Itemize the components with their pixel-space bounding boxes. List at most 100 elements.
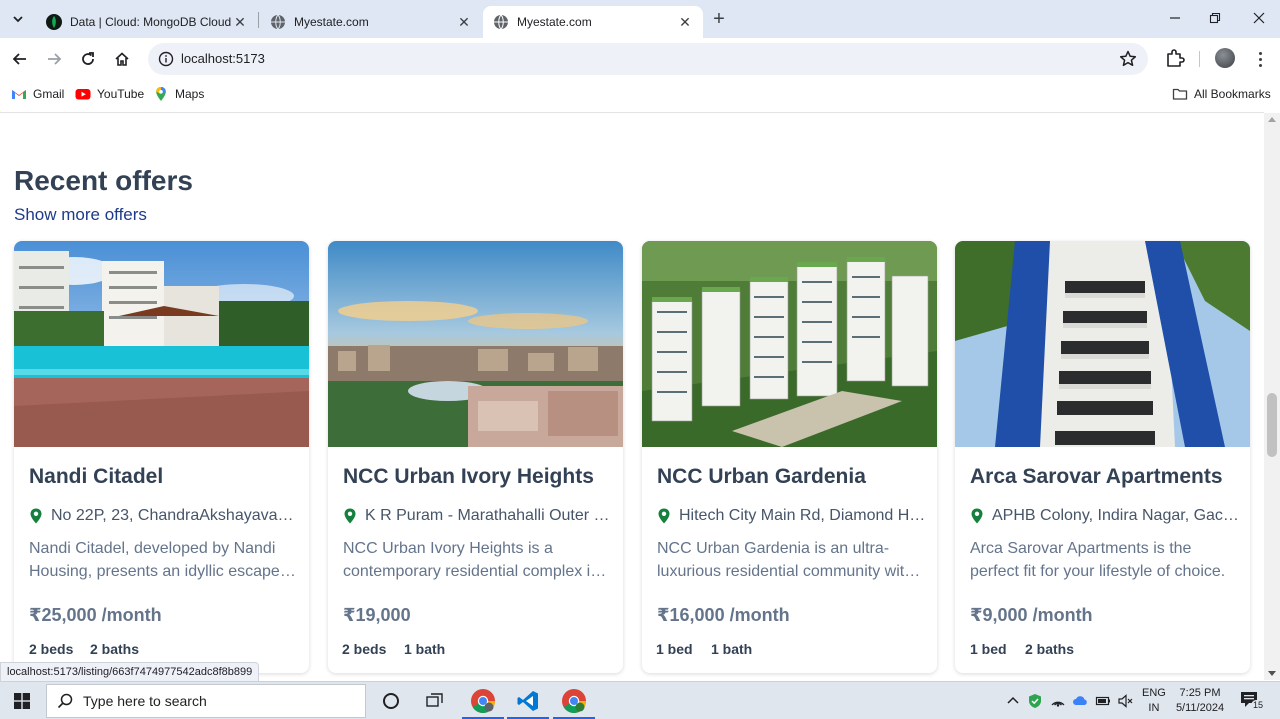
bookmark-label: Gmail <box>33 87 65 101</box>
listing-name[interactable]: Nandi Citadel <box>29 465 297 489</box>
youtube-icon <box>75 89 91 100</box>
map-pin-icon <box>30 508 42 524</box>
close-window-button[interactable] <box>1236 0 1280 36</box>
battery-icon[interactable] <box>1095 693 1111 709</box>
close-icon[interactable]: ✕ <box>677 14 693 30</box>
maps-icon <box>156 87 166 101</box>
extensions-puzzle-icon[interactable] <box>1164 47 1186 69</box>
listing-address-text: Hitech City Main Rd, Diamond Hills <box>679 507 927 524</box>
scroll-down-arrow-icon[interactable] <box>1268 671 1276 676</box>
close-icon[interactable]: ✕ <box>456 14 472 30</box>
bookmark-star-icon[interactable] <box>1118 49 1138 69</box>
tab-myestate-1[interactable]: Myestate.com ✕ <box>260 6 482 38</box>
listing-name[interactable]: NCC Urban Gardenia <box>657 465 925 489</box>
home-icon <box>115 52 129 66</box>
tab-search-button[interactable] <box>7 8 29 30</box>
all-bookmarks-label: All Bookmarks <box>1194 87 1271 101</box>
listing-address: Hitech City Main Rd, Diamond Hills <box>657 507 927 525</box>
restore-button[interactable] <box>1192 0 1238 36</box>
listing-image[interactable] <box>14 241 309 447</box>
scroll-up-arrow-icon[interactable] <box>1268 117 1276 122</box>
listing-card[interactable]: Nandi Citadel No 22P, 23, ChandraAkshaya… <box>14 241 309 673</box>
listing-price: ₹9,000 /month <box>970 605 1093 625</box>
restore-icon <box>1209 12 1221 24</box>
cortana-button[interactable] <box>376 687 406 715</box>
tab-strip: Data | Cloud: MongoDB Cloud ✕ Myestate.c… <box>0 0 1280 38</box>
cortana-circle-icon <box>383 693 399 709</box>
chevron-up-icon[interactable] <box>1005 693 1021 709</box>
listing-image[interactable] <box>328 241 623 447</box>
listing-card[interactable]: NCC Urban Gardenia Hitech City Main Rd, … <box>642 241 937 673</box>
lang-code: ENG <box>1142 687 1166 699</box>
vscode-icon <box>517 691 538 711</box>
close-icon <box>1253 12 1265 24</box>
listing-beds: 1 bed <box>656 641 693 657</box>
listing-baths: 1 bath <box>711 641 753 657</box>
back-button[interactable] <box>6 45 34 73</box>
profile-avatar[interactable] <box>1215 48 1235 68</box>
scrollbar-thumb[interactable] <box>1267 393 1277 457</box>
more-menu-icon[interactable] <box>1250 48 1270 70</box>
bookmark-gmail[interactable]: Gmail <box>11 86 64 102</box>
tab-mongodb[interactable]: Data | Cloud: MongoDB Cloud ✕ <box>36 6 258 38</box>
notification-count: 15 <box>1251 700 1266 711</box>
system-clock[interactable]: 7:25 PM 5/11/2024 <box>1172 686 1228 716</box>
listing-beds: 1 bed <box>970 641 1007 657</box>
reload-button[interactable] <box>74 45 102 73</box>
reload-icon <box>82 52 94 65</box>
chevron-down-icon <box>13 16 23 23</box>
listing-name[interactable]: Arca Sarovar Apartments <box>970 465 1238 489</box>
tab-separator <box>258 12 259 28</box>
taskbar-search-placeholder: Type here to search <box>83 693 207 709</box>
clock-time: 7:25 PM <box>1179 687 1221 699</box>
listing-baths: 1 bath <box>404 641 446 657</box>
listing-description: Nandi Citadel, developed by Nandi Housin… <box>29 540 280 580</box>
listing-description: NCC Urban Gardenia is an ultra-luxurious… <box>657 540 914 580</box>
wifi-icon[interactable] <box>1050 693 1066 709</box>
address-url[interactable]: localhost:5173 <box>181 51 265 66</box>
listing-beds: 2 beds <box>342 641 387 657</box>
bookmark-youtube[interactable]: YouTube <box>75 86 144 102</box>
address-bar[interactable]: localhost:5173 <box>148 43 1148 75</box>
toolbar-divider <box>1199 51 1200 67</box>
task-view-button[interactable] <box>420 687 450 715</box>
taskbar-chrome-2[interactable] <box>559 687 589 715</box>
listing-description: NCC Urban Ivory Heights is a contemporar… <box>343 540 600 580</box>
tab-title: Myestate.com <box>517 15 592 29</box>
listing-card[interactable]: NCC Urban Ivory Heights K R Puram - Mara… <box>328 241 623 673</box>
input-language[interactable]: ENG IN <box>1142 686 1166 716</box>
taskbar-search[interactable]: Type here to search <box>46 684 366 718</box>
listing-price: ₹19,000 <box>343 605 411 625</box>
listing-baths: 2 baths <box>90 641 140 657</box>
listing-card[interactable]: Arca Sarovar Apartments APHB Colony, Ind… <box>955 241 1250 673</box>
shield-icon[interactable] <box>1027 693 1043 709</box>
page-scrollbar[interactable] <box>1264 113 1280 680</box>
listing-price: ₹16,000 /month <box>657 605 790 625</box>
listing-address-text: K R Puram - Marathahalli Outer Ring Road <box>365 507 613 524</box>
listing-image[interactable] <box>642 241 937 447</box>
taskbar-chrome-1[interactable] <box>468 687 498 715</box>
all-bookmarks-button[interactable]: All Bookmarks <box>1172 86 1271 102</box>
bookmark-maps[interactable]: Maps <box>153 86 204 102</box>
listing-image[interactable] <box>955 241 1250 447</box>
forward-button[interactable] <box>40 45 68 73</box>
close-icon[interactable]: ✕ <box>232 14 248 30</box>
bookmarks-bar: Gmail YouTube Maps All Bookmarks <box>0 80 1280 108</box>
show-more-offers-link[interactable]: Show more offers <box>14 205 147 225</box>
new-tab-button[interactable]: + <box>708 8 730 30</box>
listing-name[interactable]: NCC Urban Ivory Heights <box>343 465 611 489</box>
cloud-sync-icon[interactable] <box>1072 693 1088 709</box>
speaker-muted-icon[interactable] <box>1117 693 1133 709</box>
tab-title: Myestate.com <box>294 15 369 29</box>
home-button[interactable] <box>108 45 136 73</box>
map-pin-icon <box>971 508 983 524</box>
taskbar-vscode[interactable] <box>513 687 543 715</box>
globe-icon <box>271 14 285 30</box>
listing-description: Arca Sarovar Apartments is the perfect f… <box>970 540 1226 580</box>
info-icon[interactable] <box>158 51 174 67</box>
map-pin-icon <box>658 508 670 524</box>
tab-myestate-active[interactable]: Myestate.com ✕ <box>483 6 703 38</box>
listing-address: APHB Colony, Indira Nagar, Gachibowli <box>970 507 1240 525</box>
notification-center-button[interactable]: 15 <box>1238 690 1266 712</box>
windows-start-icon[interactable] <box>14 693 30 709</box>
